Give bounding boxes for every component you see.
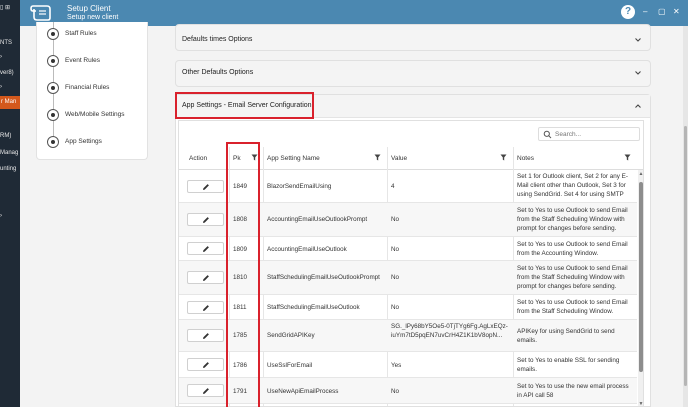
cell-notes: Set to Yes to use the new email process … bbox=[517, 383, 629, 399]
cell-notes: Set to Yes to use Outlook to send Email … bbox=[517, 241, 628, 257]
step-label: App Settings bbox=[65, 138, 102, 145]
filter-icon[interactable] bbox=[500, 154, 507, 161]
cell-value: No bbox=[391, 388, 400, 395]
dialog-scrollbar-thumb[interactable] bbox=[684, 126, 687, 386]
edit-button[interactable] bbox=[187, 271, 224, 284]
dialog-subtitle: Setup new client bbox=[67, 14, 119, 21]
highlight-box-pk-column bbox=[226, 142, 260, 407]
help-button[interactable]: ? bbox=[621, 5, 635, 19]
cell-value: 4 bbox=[391, 183, 395, 190]
bg-text-unting: unting bbox=[0, 166, 17, 172]
step-dot-icon bbox=[47, 136, 59, 148]
step-label: Event Rules bbox=[65, 57, 101, 64]
step-label: Staff Rules bbox=[65, 30, 97, 37]
filter-icon[interactable] bbox=[624, 154, 631, 161]
pencil-icon bbox=[203, 305, 209, 311]
search-input[interactable] bbox=[555, 129, 637, 140]
bg-text-rm: RM) bbox=[0, 133, 12, 139]
column-header-notes[interactable]: Notes bbox=[513, 147, 637, 170]
edit-button[interactable] bbox=[187, 329, 224, 342]
cell-value: No bbox=[391, 246, 400, 253]
column-header-value[interactable]: Value bbox=[387, 147, 513, 170]
bg-text-ver: ver8) bbox=[0, 70, 14, 76]
bg-text-nts: NTS bbox=[0, 40, 12, 46]
pencil-icon bbox=[203, 246, 209, 252]
column-header-action: Action bbox=[189, 155, 208, 162]
wizard-steps-panel: Staff Rules Event Rules Financial Rules … bbox=[36, 22, 148, 160]
bg-chevron: › bbox=[0, 213, 2, 219]
scroll-logo-icon bbox=[30, 5, 51, 21]
edit-button[interactable] bbox=[187, 242, 224, 255]
cell-name: BlazorSendEmailUsing bbox=[267, 183, 332, 190]
cell-value: SG._lPy68bY5Oe5-0TjTYg6Fg.AgLxEQz-iuYm7t… bbox=[391, 323, 508, 339]
step-dot-icon bbox=[47, 82, 59, 94]
bg-chevron: › bbox=[0, 84, 2, 90]
scroll-up-icon[interactable]: ▲ bbox=[638, 171, 643, 177]
section-defaults-times[interactable]: Defaults times Options bbox=[175, 24, 651, 51]
cell-notes: Set to Yes to enable SSL for sending ema… bbox=[517, 357, 620, 373]
cell-notes: Set 1 for Outlook client, Set 2 for any … bbox=[517, 173, 628, 198]
pencil-icon bbox=[203, 275, 209, 281]
edit-button[interactable] bbox=[187, 213, 224, 226]
bg-chevron: › bbox=[0, 54, 2, 60]
cell-name: UseNewApiEmailProcess bbox=[267, 388, 339, 395]
bg-highlighted-item: r Man bbox=[0, 96, 20, 109]
pencil-icon bbox=[203, 362, 209, 368]
edit-button[interactable] bbox=[187, 301, 224, 314]
bg-icon-text: ▯ ⊞ bbox=[0, 5, 10, 11]
search-icon bbox=[543, 130, 552, 139]
cell-notes: Set to Yes to use Outlook to send Email … bbox=[517, 207, 628, 232]
cell-value: No bbox=[391, 304, 400, 311]
section-other-defaults[interactable]: Other Defaults Options bbox=[175, 60, 651, 87]
cell-value: No bbox=[391, 216, 400, 223]
pencil-icon bbox=[203, 388, 209, 394]
grid-scrollbar[interactable]: ▲ ▼ bbox=[638, 170, 643, 406]
step-dot-icon bbox=[47, 28, 59, 40]
cell-value: No bbox=[391, 274, 400, 281]
dialog-scrollbar[interactable] bbox=[683, 26, 688, 407]
pencil-icon bbox=[203, 333, 209, 339]
highlight-box-section-title bbox=[175, 92, 314, 119]
edit-button[interactable] bbox=[187, 384, 224, 397]
minimize-button[interactable]: – bbox=[643, 7, 647, 16]
section-title: Other Defaults Options bbox=[182, 69, 254, 76]
cell-notes: APIKey for using SendGrid to send emails… bbox=[517, 328, 615, 344]
grid-search-box[interactable] bbox=[538, 127, 640, 141]
cell-name: SendGridAPIKey bbox=[267, 332, 315, 339]
close-button[interactable]: ✕ bbox=[673, 7, 680, 16]
pencil-icon bbox=[203, 217, 209, 223]
step-label: Web/Mobile Settings bbox=[65, 111, 125, 118]
section-title: Defaults times Options bbox=[182, 36, 253, 43]
dialog-title: Setup Client bbox=[67, 4, 111, 13]
step-dot-icon bbox=[47, 109, 59, 121]
grid-scrollbar-thumb[interactable] bbox=[639, 182, 643, 372]
chevron-down-icon bbox=[635, 38, 641, 42]
cell-name: StaffSchedulingEmailUseOutlook bbox=[267, 304, 360, 311]
chevron-down-icon bbox=[635, 71, 641, 75]
cell-name: AccountingEmailUseOutlookPrompt bbox=[267, 216, 368, 223]
bg-text-manag: Manag bbox=[0, 150, 19, 156]
column-header-name[interactable]: App Setting Name bbox=[263, 147, 387, 170]
chevron-up-icon bbox=[635, 104, 641, 108]
step-dot-icon bbox=[47, 55, 59, 67]
cell-notes: Set to Yes to use Outlook to send Email … bbox=[517, 265, 628, 290]
cell-notes: Set to Yes to use Outlook to send Email … bbox=[517, 299, 628, 315]
pencil-icon bbox=[203, 184, 209, 190]
filter-icon[interactable] bbox=[374, 154, 381, 161]
cell-name: AccountingEmailUseOutlook bbox=[267, 246, 347, 253]
maximize-button[interactable]: ▢ bbox=[658, 7, 666, 16]
cell-value: Yes bbox=[391, 362, 402, 369]
background-app: ▯ ⊞ NTS › ver8) › r Man RM) Manag unting… bbox=[0, 0, 20, 407]
cell-name: UseSslForEmail bbox=[267, 362, 313, 369]
edit-button[interactable] bbox=[187, 180, 224, 193]
step-label: Financial Rules bbox=[65, 84, 110, 91]
cell-name: StaffSchedulingEmailUseOutlookPrompt bbox=[267, 274, 380, 281]
scroll-down-icon[interactable]: ▼ bbox=[638, 401, 643, 406]
edit-button[interactable] bbox=[187, 358, 224, 371]
